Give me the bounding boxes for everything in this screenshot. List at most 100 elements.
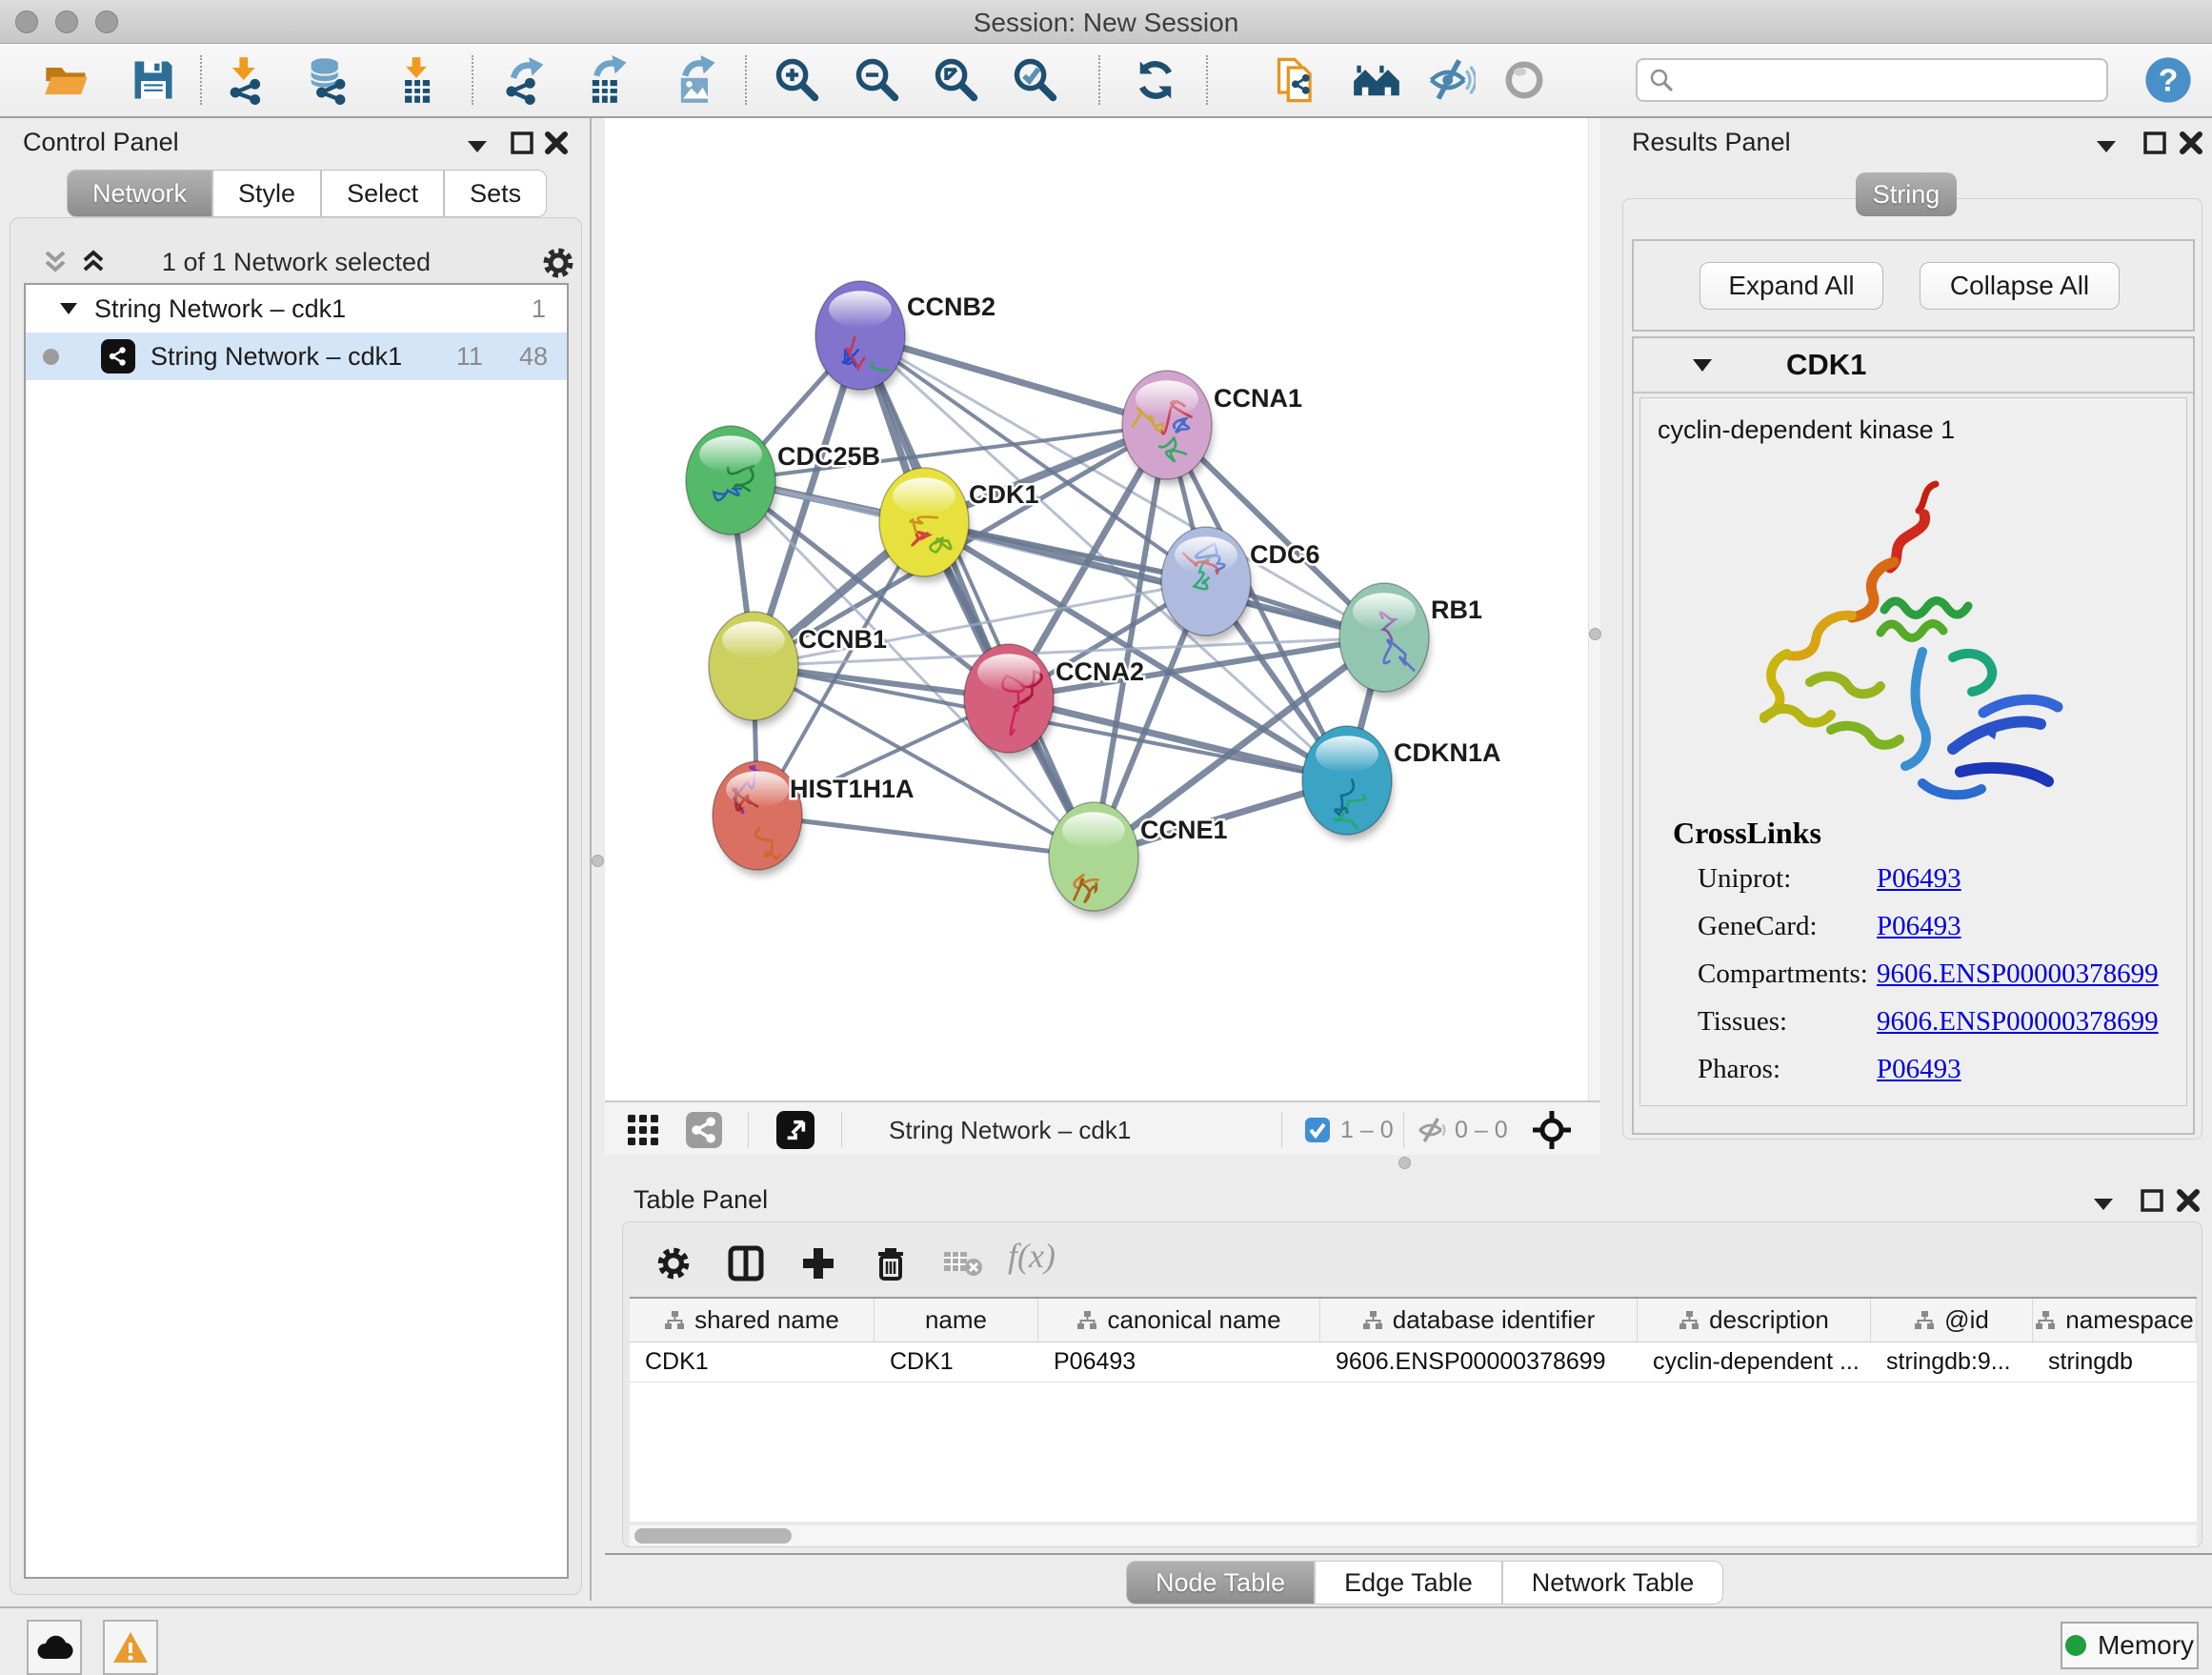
column-header-description[interactable]: description: [1638, 1299, 1871, 1342]
fit-selected-crosshair-button[interactable]: [1531, 1110, 1573, 1150]
table-settings-button[interactable]: [646, 1236, 701, 1291]
cloud-status-button[interactable]: [27, 1620, 82, 1675]
export-table-button[interactable]: [576, 50, 637, 110]
delete-column-button[interactable]: [863, 1236, 918, 1291]
table-cell: CDK1: [875, 1342, 1038, 1382]
scrollbar-thumb[interactable]: [634, 1528, 792, 1544]
node-RB1[interactable]: [1339, 583, 1430, 697]
import-network-database-button[interactable]: [297, 50, 358, 110]
add-column-button[interactable]: [791, 1236, 846, 1291]
tab-edge-table[interactable]: Edge Table: [1315, 1561, 1502, 1604]
help-button[interactable]: ?: [2138, 50, 2199, 110]
node-CCNB2[interactable]: [815, 281, 906, 396]
zoom-out-button[interactable]: [847, 50, 908, 110]
node-CCNA1[interactable]: [1122, 371, 1213, 485]
column-header-canonical-name[interactable]: canonical name: [1038, 1299, 1320, 1342]
gene-section: CDK1 cyclin-dependent kinase 1: [1632, 336, 2195, 1135]
delete-table-button[interactable]: [935, 1236, 991, 1291]
node-CCNA2[interactable]: [964, 644, 1055, 758]
network-collection-row[interactable]: String Network – cdk1 1: [26, 285, 567, 333]
crosslink-link[interactable]: P06493: [1877, 911, 1961, 942]
column-header-name[interactable]: name: [875, 1299, 1038, 1342]
crosslink-link[interactable]: P06493: [1877, 863, 1961, 895]
panel-maximize-icon[interactable]: [2139, 1187, 2165, 1214]
gene-expander-icon[interactable]: [1691, 356, 1714, 373]
network-svg[interactable]: CCNB2CCNA1CDC25BCDK1CDC6RB1CCNB1CCNA2CDK…: [605, 118, 1588, 1100]
collection-expander-icon[interactable]: [58, 300, 79, 317]
crosslink-link[interactable]: P06493: [1877, 1054, 1961, 1085]
grid-view-button[interactable]: [622, 1110, 664, 1150]
hidden-eye-icon[interactable]: [1411, 1110, 1453, 1150]
column-header-shared-name[interactable]: shared name: [630, 1299, 875, 1342]
string-home-button[interactable]: [1346, 50, 1407, 110]
splitter-handle[interactable]: [592, 855, 604, 867]
refresh-button[interactable]: [1125, 50, 1186, 110]
table-hscrollbar[interactable]: [630, 1525, 2197, 1546]
selected-checkbox-icon[interactable]: [1297, 1110, 1338, 1150]
right-splitter[interactable]: [1600, 118, 1610, 1170]
panel-float-icon[interactable]: [2094, 137, 2119, 154]
gene-section-header[interactable]: CDK1: [1634, 338, 2193, 394]
import-table-button[interactable]: [386, 50, 447, 110]
function-builder-button[interactable]: f(x): [1008, 1236, 1056, 1276]
crosslink-row: Tissues:9606.ENSP00000378699: [1698, 1006, 2159, 1038]
panel-float-icon[interactable]: [465, 137, 490, 154]
collapse-all-button[interactable]: Collapse All: [1920, 262, 2120, 310]
node-CDC25B[interactable]: [686, 426, 776, 540]
tab-node-table[interactable]: Node Table: [1126, 1561, 1315, 1604]
node-CDK1[interactable]: [879, 468, 970, 582]
node-CCNE1[interactable]: [1049, 802, 1139, 917]
column-type-icon: [1679, 1310, 1699, 1331]
open-session-button[interactable]: [36, 50, 97, 110]
panel-maximize-icon[interactable]: [509, 130, 535, 156]
splitter-handle[interactable]: [1398, 1157, 1411, 1169]
string-document-button[interactable]: [1266, 50, 1327, 110]
panel-close-icon[interactable]: [2175, 1187, 2202, 1214]
crosslink-link[interactable]: 9606.ENSP00000378699: [1877, 959, 2159, 990]
tab-style[interactable]: Style: [212, 170, 321, 217]
zoom-selected-button[interactable]: [1005, 50, 1066, 110]
left-splitter[interactable]: [592, 118, 605, 1601]
search-input[interactable]: [1676, 67, 2095, 93]
zoom-fit-button[interactable]: [926, 50, 987, 110]
network-share-button[interactable]: [683, 1110, 725, 1150]
column-header-label: canonical name: [1107, 1305, 1280, 1335]
show-columns-button[interactable]: [718, 1236, 774, 1291]
graphics-sphere-button[interactable]: [1494, 50, 1555, 110]
column-header-database-identifier[interactable]: database identifier: [1320, 1299, 1638, 1342]
panel-close-icon[interactable]: [543, 130, 570, 156]
tab-sets[interactable]: Sets: [444, 170, 547, 217]
node-CDKN1A[interactable]: [1302, 726, 1393, 840]
network-view-toolbar: String Network – cdk1 1 – 0 0 – 0: [605, 1100, 1600, 1155]
import-network-file-button[interactable]: [216, 50, 277, 110]
network-row[interactable]: String Network – cdk1 11 48: [26, 333, 567, 380]
column-header--id[interactable]: @id: [1871, 1299, 2033, 1342]
network-canvas[interactable]: CCNB2CCNA1CDC25BCDK1CDC6RB1CCNB1CCNA2CDK…: [605, 118, 1588, 1100]
tab-network-table[interactable]: Network Table: [1502, 1561, 1724, 1604]
zoom-in-button[interactable]: [767, 50, 828, 110]
export-network-button[interactable]: [495, 50, 556, 110]
edge-HIST1H1A-CCNE1[interactable]: [757, 816, 1094, 857]
memory-button[interactable]: Memory: [2061, 1622, 2199, 1669]
save-session-button[interactable]: [123, 50, 184, 110]
panel-maximize-icon[interactable]: [2142, 130, 2168, 156]
birds-eye-view-button[interactable]: [774, 1110, 816, 1150]
export-image-button[interactable]: [665, 50, 726, 110]
edge-CCNB2-CCNA1[interactable]: [860, 335, 1167, 425]
tab-network[interactable]: Network: [67, 170, 212, 217]
panel-close-icon[interactable]: [2178, 130, 2204, 156]
node-CCNB1[interactable]: [709, 612, 799, 726]
crosslink-link[interactable]: 9606.ENSP00000378699: [1877, 1006, 2159, 1038]
zoom-fit-icon: [932, 55, 981, 105]
table-row[interactable]: CDK1CDK1P064939606.ENSP00000378699cyclin…: [630, 1342, 2197, 1382]
gear-icon[interactable]: [540, 245, 576, 281]
splitter-handle[interactable]: [1589, 628, 1601, 640]
network-node-count: 11: [456, 342, 483, 372]
panel-float-icon[interactable]: [2091, 1195, 2116, 1212]
graphics-hide-button[interactable]: [1420, 50, 1481, 110]
expand-all-button[interactable]: Expand All: [1699, 262, 1883, 310]
tab-string[interactable]: String: [1856, 172, 1957, 216]
warnings-button[interactable]: [103, 1620, 158, 1675]
column-header-namespace[interactable]: namespace: [2033, 1299, 2197, 1342]
tab-select[interactable]: Select: [321, 170, 444, 217]
